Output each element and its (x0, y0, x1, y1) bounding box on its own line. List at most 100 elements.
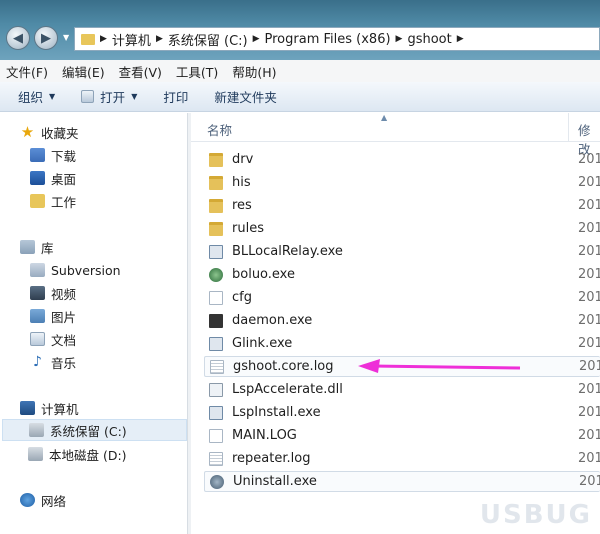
print-button[interactable]: 打印 (163, 87, 188, 106)
dll-file-icon (209, 382, 223, 397)
file-name: Glink.exe (232, 336, 293, 351)
recent-pages-dropdown-icon[interactable]: ▼ (63, 33, 69, 42)
file-row[interactable]: rules 201 (204, 218, 600, 239)
file-name: drv (232, 152, 254, 167)
file-row[interactable]: LspInstall.exe 201 (204, 402, 600, 423)
file-row[interactable]: cfg 201 (204, 287, 600, 308)
open-file-icon (81, 90, 95, 103)
sidebar-item-label: 计算机 (41, 401, 79, 417)
organize-button[interactable]: 组织 ▼ (18, 87, 55, 106)
open-button[interactable]: 打开 ▼ (81, 87, 137, 106)
title-address-area: ◀ ▶ ▼ ▶ 计算机 ▶ 系统保留 (C:) ▶ Program Files … (0, 0, 600, 60)
chevron-right-icon[interactable]: ▶ (156, 34, 163, 44)
sidebar-item-label: 图片 (51, 309, 77, 325)
sidebar-item-label: 网络 (41, 493, 67, 509)
sidebar-item-label: 工作 (51, 194, 77, 210)
breadcrumb-program-files[interactable]: Program Files (x86) (265, 32, 391, 47)
file-row-highlighted[interactable]: gshoot.core.log 201 (204, 356, 600, 377)
file-name: cfg (232, 290, 252, 305)
documents-library-icon (30, 332, 45, 346)
file-list: ▲ 名称 修改 drv 201 his 201 res 201 rules 20… (191, 113, 600, 534)
sidebar-item-label: 本地磁盘 (D:) (49, 447, 127, 463)
sidebar-item-computer[interactable]: 计算机 (20, 397, 79, 419)
sidebar-item-desktop[interactable]: 桌面 (30, 167, 76, 189)
sidebar-item-work[interactable]: 工作 (30, 190, 76, 212)
boluo-app-icon (209, 267, 223, 282)
uninstall-app-icon (210, 474, 224, 489)
organize-label: 组织 (18, 90, 44, 105)
library-icon (20, 240, 35, 254)
text-file-icon (209, 428, 223, 443)
file-date: 201 (579, 359, 600, 374)
music-note-icon: ♪ (33, 354, 42, 370)
sidebar-item-label: 库 (41, 240, 54, 256)
watermark-logo: USBUG (479, 500, 592, 530)
file-date: 201 (578, 428, 600, 443)
back-arrow-icon: ◀ (13, 30, 23, 46)
forward-button[interactable]: ▶ (34, 26, 58, 50)
file-row[interactable]: repeater.log 201 (204, 448, 600, 469)
file-date: 201 (578, 405, 600, 420)
file-name: repeater.log (232, 451, 311, 466)
column-header: ▲ 名称 修改 (191, 113, 600, 157)
file-row[interactable]: Glink.exe 201 (204, 333, 600, 354)
new-folder-button[interactable]: 新建文件夹 (214, 87, 277, 106)
breadcrumb-gshoot[interactable]: gshoot (407, 32, 451, 47)
folder-icon (209, 175, 223, 190)
subversion-library-icon (30, 263, 45, 277)
sidebar-item-label: Subversion (51, 262, 121, 278)
menu-help[interactable]: 帮助(H) (232, 62, 276, 81)
file-name: LspInstall.exe (232, 405, 321, 420)
file-date: 201 (578, 221, 600, 236)
sidebar-item-downloads[interactable]: 下载 (30, 144, 76, 166)
breadcrumb-drive-c[interactable]: 系统保留 (C:) (168, 30, 248, 49)
file-row[interactable]: his 201 (204, 172, 600, 193)
folder-icon (209, 198, 223, 213)
file-row[interactable]: daemon.exe 201 (204, 310, 600, 331)
chevron-down-icon: ▼ (131, 92, 138, 101)
sidebar-item-drive-d[interactable]: 本地磁盘 (D:) (28, 443, 127, 465)
sidebar-item-libraries[interactable]: 库 (20, 236, 54, 258)
sidebar-item-favorites[interactable]: ★ 收藏夹 (20, 121, 79, 143)
file-date: 201 (578, 336, 600, 351)
menu-edit[interactable]: 编辑(E) (62, 62, 105, 81)
column-divider[interactable] (568, 113, 569, 141)
chevron-right-icon[interactable]: ▶ (253, 34, 260, 44)
column-header-name[interactable]: 名称 (207, 120, 232, 139)
chevron-right-icon[interactable]: ▶ (457, 34, 464, 44)
sidebar-item-label: 视频 (51, 286, 77, 302)
file-date: 201 (579, 474, 600, 489)
folder-icon (30, 194, 45, 208)
file-row[interactable]: boluo.exe 201 (204, 264, 600, 285)
file-row-hover[interactable]: Uninstall.exe 201 (204, 471, 600, 492)
computer-icon (20, 401, 35, 415)
sidebar-item-documents[interactable]: 文档 (30, 328, 76, 350)
blank-file-icon (209, 290, 223, 305)
file-row[interactable]: BLLocalRelay.exe 201 (204, 241, 600, 262)
sidebar-item-network[interactable]: 网络 (20, 489, 66, 511)
file-row[interactable]: res 201 (204, 195, 600, 216)
menu-file[interactable]: 文件(F) (6, 62, 48, 81)
sidebar-item-label: 桌面 (51, 171, 77, 187)
menu-tools[interactable]: 工具(T) (176, 62, 218, 81)
chevron-right-icon[interactable]: ▶ (396, 34, 403, 44)
file-row[interactable]: drv 201 (204, 149, 600, 170)
file-date: 201 (578, 451, 600, 466)
chevron-right-icon[interactable]: ▶ (100, 34, 107, 44)
sidebar-item-music[interactable]: ♪ 音乐 (30, 351, 76, 373)
breadcrumb-computer[interactable]: 计算机 (112, 30, 151, 49)
sidebar-item-subversion[interactable]: Subversion (30, 259, 121, 281)
sidebar-item-drive-c[interactable]: 系统保留 (C:) (2, 419, 187, 441)
sidebar-item-pictures[interactable]: 图片 (30, 305, 76, 327)
sidebar-item-label: 下载 (51, 148, 77, 164)
file-row[interactable]: MAIN.LOG 201 (204, 425, 600, 446)
address-bar[interactable]: ▶ 计算机 ▶ 系统保留 (C:) ▶ Program Files (x86) … (74, 27, 600, 51)
sort-ascending-icon: ▲ (381, 113, 388, 122)
back-button[interactable]: ◀ (6, 26, 30, 50)
file-row[interactable]: LspAccelerate.dll 201 (204, 379, 600, 400)
network-icon (20, 493, 35, 507)
menu-view[interactable]: 查看(V) (119, 62, 162, 81)
sidebar-item-videos[interactable]: 视频 (30, 282, 76, 304)
folder-icon (209, 221, 223, 236)
command-toolbar: 组织 ▼ 打开 ▼ 打印 新建文件夹 (0, 82, 600, 112)
